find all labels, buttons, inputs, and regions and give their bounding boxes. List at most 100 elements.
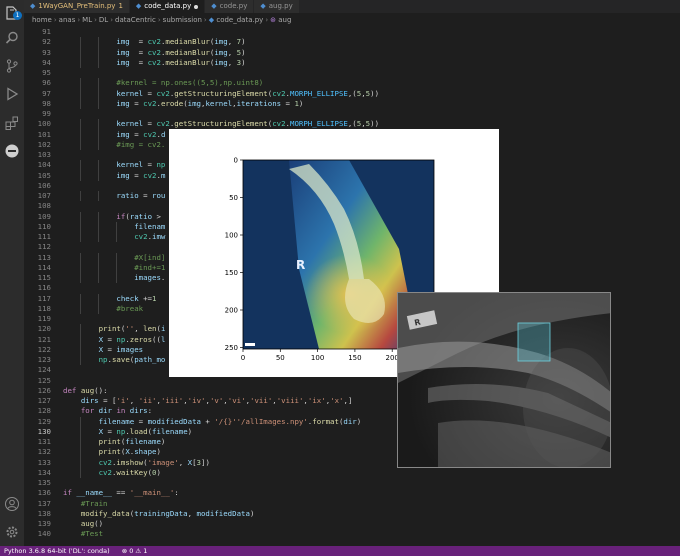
tab-label: code_data.py — [144, 2, 192, 10]
settings-gear-icon[interactable] — [4, 524, 20, 540]
extensions-icon[interactable] — [4, 115, 20, 131]
code-text[interactable]: X = images — [63, 345, 144, 355]
code-line[interactable]: 95 — [24, 68, 680, 78]
code-line[interactable]: 91 — [24, 27, 680, 37]
code-text[interactable]: dirs = ['i', 'ii','iii','iv','v','vi','v… — [63, 396, 353, 406]
code-text[interactable]: kernel = np — [63, 160, 165, 170]
account-icon[interactable] — [4, 496, 20, 512]
breadcrumb-item[interactable]: aug — [278, 16, 291, 24]
code-text[interactable]: filename = modifiedData + '/{}''/allImag… — [63, 417, 362, 427]
code-line[interactable]: 96 #kernel = np.ones((5,5),np.uint8) — [24, 78, 680, 89]
code-text[interactable]: modify_data(trainingData, modifiedData) — [63, 509, 255, 519]
code-line[interactable]: 99 — [24, 109, 680, 119]
code-text[interactable]: if(ratio > — [63, 212, 161, 222]
code-text[interactable]: #ind+=1 — [63, 263, 165, 273]
code-text[interactable]: kernel = cv2.getStructuringElement(cv2.M… — [63, 89, 379, 99]
breadcrumb-item[interactable]: submission — [163, 16, 202, 24]
line-number: 123 — [37, 355, 51, 364]
line-number: 136 — [37, 488, 51, 498]
breadcrumb-item[interactable]: code_data.py — [216, 16, 263, 24]
code-text[interactable]: for dir in dirs: — [63, 406, 152, 416]
breadcrumb-item[interactable]: anas — [59, 16, 76, 24]
code-text[interactable]: X = np.zeros((l — [63, 335, 166, 345]
code-text[interactable]: images. — [63, 273, 165, 283]
tab-label: aug.py — [268, 2, 293, 10]
code-text[interactable]: img = cv2.medianBlur(img, 5) — [63, 48, 245, 58]
code-text[interactable]: def aug(): — [63, 386, 108, 396]
code-text[interactable]: kernel = cv2.getStructuringElement(cv2.M… — [63, 119, 379, 129]
line-number: 116 — [37, 283, 51, 293]
code-text[interactable]: img = cv2.erode(img,kernel,iterations = … — [63, 99, 303, 109]
line-number: 99 — [42, 109, 51, 118]
code-text[interactable]: check +=1 — [63, 294, 156, 304]
code-text[interactable]: cv2.imshow('image', X[3]) — [63, 458, 210, 468]
code-text[interactable]: print(X.shape) — [63, 447, 161, 457]
tab-code-data[interactable]: ◆ code_data.py — [129, 0, 206, 13]
breadcrumb-item[interactable]: ML — [82, 16, 92, 24]
code-line[interactable]: 94 img = cv2.medianBlur(img, 3) — [24, 57, 680, 68]
unsaved-dot-icon[interactable] — [194, 4, 199, 9]
breadcrumb-item[interactable]: DL — [99, 16, 108, 24]
code-line[interactable]: 134 cv2.waitKey(0) — [24, 467, 680, 478]
breadcrumb-item[interactable]: home — [32, 16, 52, 24]
code-text[interactable]: if __name__ == '__main__': — [63, 488, 179, 498]
code-line[interactable]: 135 — [24, 478, 680, 488]
code-text[interactable]: img = cv2.d — [63, 130, 165, 140]
code-text[interactable]: ratio = rou — [63, 191, 165, 201]
line-number: 122 — [37, 344, 51, 354]
code-line[interactable]: 140 #Test — [24, 529, 680, 539]
code-line[interactable]: 138 modify_data(trainingData, modifiedDa… — [24, 509, 680, 519]
code-line[interactable]: 137 #Train — [24, 499, 680, 509]
code-text[interactable]: #Test — [63, 529, 103, 539]
line-number: 114 — [37, 262, 51, 272]
y-tick-label: 250 — [225, 344, 238, 352]
line-number: 101 — [37, 129, 51, 139]
code-line[interactable]: 100 kernel = cv2.getStructuringElement(c… — [24, 119, 680, 130]
code-text[interactable]: #kernel = np.ones((5,5),np.uint8) — [63, 78, 263, 88]
line-number: 98 — [42, 98, 51, 108]
line-number: 111 — [37, 232, 51, 241]
code-line[interactable]: 93 img = cv2.medianBlur(img, 5) — [24, 47, 680, 58]
code-text[interactable]: #img = cv2. — [63, 140, 165, 150]
problems-status[interactable]: ⊗ 0 ⚠ 1 — [122, 546, 148, 556]
code-text[interactable]: X = np.load(filename) — [63, 427, 193, 437]
code-text[interactable]: cv2.waitKey(0) — [63, 468, 161, 478]
code-line[interactable]: 139 aug() — [24, 519, 680, 529]
search-icon[interactable] — [4, 30, 20, 46]
breadcrumb-item[interactable]: dataCentric — [115, 16, 156, 24]
y-tick-label: 200 — [225, 307, 238, 315]
code-text[interactable]: #X[ind] — [63, 253, 165, 263]
remote-icon[interactable] — [4, 143, 20, 159]
code-text[interactable]: print('', len(i — [63, 324, 166, 334]
line-number: 118 — [37, 303, 51, 313]
code-text[interactable]: cv2.imw — [63, 232, 165, 242]
tab-code[interactable]: ◆ code.py — [205, 0, 255, 13]
code-line[interactable]: 92 img = cv2.medianBlur(img, 7) — [24, 37, 680, 48]
code-text[interactable]: img = cv2.medianBlur(img, 3) — [63, 58, 245, 68]
line-number: 96 — [42, 78, 51, 88]
python-interpreter-status[interactable]: Python 3.6.8 64-bit ('DL': conda) — [4, 546, 110, 556]
code-text[interactable]: #Train — [63, 499, 108, 509]
code-line[interactable]: 136 if __name__ == '__main__': — [24, 488, 680, 498]
source-control-icon[interactable] — [4, 58, 20, 74]
code-text[interactable]: print(filename) — [63, 437, 166, 447]
x-tick-label: 150 — [348, 354, 361, 362]
tab-aug[interactable]: ◆ aug.py — [254, 0, 300, 13]
code-text[interactable]: filenam — [63, 222, 165, 232]
x-tick-label: 50 — [276, 354, 285, 362]
line-number: 115 — [37, 273, 51, 282]
code-line[interactable]: 97 kernel = cv2.getStructuringElement(cv… — [24, 88, 680, 99]
code-text[interactable]: img = cv2.medianBlur(img, 7) — [63, 37, 245, 47]
code-line[interactable]: 98 img = cv2.erode(img,kernel,iterations… — [24, 98, 680, 109]
line-number: 94 — [42, 57, 51, 67]
code-text[interactable]: #break — [63, 304, 143, 314]
line-number: 129 — [37, 416, 51, 426]
code-text[interactable]: img = cv2.m — [63, 171, 165, 181]
python-file-icon: ◆ — [135, 2, 142, 10]
code-text[interactable]: aug() — [63, 519, 103, 529]
tab-1waygan-pretrain[interactable]: ◆ 1WayGAN_PreTrain.py 1 — [24, 0, 130, 13]
line-number: 107 — [37, 191, 51, 200]
run-debug-icon[interactable] — [4, 86, 20, 102]
tab-label: code.py — [219, 2, 248, 10]
code-text[interactable]: np.save(path_mo — [63, 355, 166, 365]
